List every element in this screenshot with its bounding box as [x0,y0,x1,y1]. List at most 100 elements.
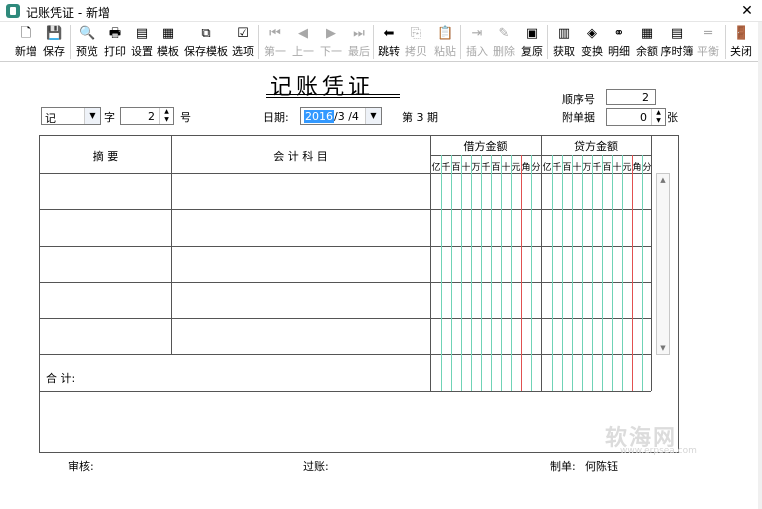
stepper-arrows-icon[interactable]: ▲ ▼ [651,109,665,125]
scroll-down-icon[interactable]: ▼ [657,342,669,354]
toolbar-button-template[interactable]: ▦ 模板 [154,24,182,60]
toolbar-button-settings[interactable]: ▤ 设置 [128,24,156,60]
digit-grid-line [562,155,563,391]
toolbar-button-next[interactable]: ▶ 下一 [317,24,345,60]
toolbar: 🗋 新增 💾 保存 🔍 预览 🖶 打印 ▤ 设置 ▦ 模板 ⧉ 保存模板 ☑ 选项 ⏮ 第一 ◀ 上一 ▶ 下一 ⏭ 最后 ⬅ 跳… [0,22,762,62]
toolbar-button-label: 拷贝 [405,45,427,58]
toolbar-button-options[interactable]: ☑ 选项 [230,24,256,60]
stepper-arrows-icon[interactable]: ▲ ▼ [159,108,173,124]
title-underline-2 [266,97,400,98]
toolbar-button-preview[interactable]: 🔍 预览 [73,24,101,60]
toolbar-button-delete[interactable]: ✎ 删除 [490,24,518,60]
seq-label: 顺序号 [562,93,595,106]
summary-cell[interactable] [40,173,171,209]
account-cell[interactable] [171,282,430,318]
fetch-icon: ▥ [557,26,571,41]
toolbar-button-copy[interactable]: ⎘ 拷贝 [403,24,429,60]
toolbar-button-print[interactable]: 🖶 打印 [101,24,129,60]
toolbar-button-label: 粘贴 [434,45,456,58]
credit-digit-label: 十 [612,163,622,173]
toolbar-button-label: 明细 [608,45,630,58]
date-label: 日期: [263,111,289,124]
window-close-button[interactable]: ✕ [732,0,762,22]
toolbar-button-new-doc[interactable]: 🗋 新增 [12,24,40,60]
copy-icon: ⎘ [410,26,422,41]
voucher-number-stepper[interactable]: 2 ▲ ▼ [120,107,174,125]
toolbar-button-last[interactable]: ⏭ 最后 [345,24,373,60]
seq-number-field[interactable]: 2 [606,89,656,105]
credit-digit-label: 千 [592,163,602,173]
digit-grid-line [451,155,452,391]
period-text: 第 3 期 [402,111,438,124]
digit-grid-line [491,155,492,391]
chevron-down-icon[interactable]: ▼ [365,108,381,124]
digit-grid-line [592,155,593,391]
digit-grid-line [642,155,643,391]
window-title: 记账凭证 - 新增 [26,6,110,20]
toolbar-button-prev[interactable]: ◀ 上一 [289,24,317,60]
toolbar-button-binoculars[interactable]: ⚭ 明细 [605,24,633,60]
toolbar-button-balance-eq[interactable]: ═ 平衡 [695,24,721,60]
toolbar-button-transform[interactable]: ◈ 变换 [578,24,606,60]
toolbar-button-label: 上一 [292,45,314,58]
template-icon: ▦ [161,26,175,41]
debit-digit-label: 百 [491,163,501,173]
toolbar-button-balance[interactable]: ▦ 余额 [633,24,661,60]
toolbar-button-paste[interactable]: 📋 粘贴 [432,24,458,60]
settings-icon: ▤ [135,26,149,41]
digit-grid-line [461,155,462,391]
toolbar-separator [725,25,726,59]
date-picker[interactable]: 2016/3 /4 ▼ [300,107,382,125]
vertical-scrollbar[interactable]: ▲ ▼ [656,173,670,355]
date-year[interactable]: 2016 [304,110,334,123]
credit-digit-label: 亿 [542,163,552,173]
digit-grid-line [572,155,573,391]
toolbar-button-label: 最后 [348,45,370,58]
digit-grid-line [612,155,613,391]
column-divider [541,136,542,391]
debit-digit-label: 分 [531,163,541,173]
toolbar-button-exit-door[interactable]: 🚪 关闭 [728,24,754,60]
debit-digit-label: 十 [461,163,471,173]
summary-cell[interactable] [40,282,171,318]
attach-label: 附单据 [562,111,595,124]
account-cell[interactable] [171,318,430,354]
toolbar-button-label: 获取 [553,45,575,58]
binoculars-icon: ⚭ [613,26,625,41]
toolbar-button-insert[interactable]: ⇥ 插入 [463,24,491,60]
attach-suffix-label: 张 [667,111,678,124]
toolbar-button-first[interactable]: ⏮ 第一 [261,24,289,60]
toolbar-button-fetch[interactable]: ▥ 获取 [550,24,578,60]
toolbar-button-label: 打印 [104,45,126,58]
scroll-up-icon[interactable]: ▲ [657,174,669,186]
toolbar-button-jump[interactable]: ⬅ 跳转 [376,24,402,60]
toolbar-button-journal[interactable]: ▤ 序时簿 [660,24,694,60]
debit-digit-label: 万 [471,163,481,173]
column-divider [430,136,431,391]
toolbar-button-save[interactable]: 💾 保存 [40,24,68,60]
account-cell[interactable] [171,209,430,245]
digit-grid-line [501,155,502,391]
summary-cell[interactable] [40,318,171,354]
account-cell[interactable] [171,246,430,282]
toolbar-button-label: 删除 [493,45,515,58]
delete-icon: ✎ [498,26,510,41]
attachment-count-stepper[interactable]: 0 ▲ ▼ [606,108,666,126]
attachment-count-value: 0 [640,111,647,124]
title-underline [266,94,400,95]
toolbar-button-label: 复原 [521,45,543,58]
toolbar-separator [70,25,71,59]
toolbar-button-label: 模板 [157,45,179,58]
summary-cell[interactable] [40,209,171,245]
chevron-down-icon[interactable]: ▼ [84,108,100,124]
date-month-day[interactable]: /3 /4 [334,110,359,123]
account-cell[interactable] [171,173,430,209]
voucher-number-value: 2 [148,110,155,123]
toolbar-button-restore[interactable]: ▣ 复原 [519,24,545,60]
digit-grid-line [552,155,553,391]
maker-label: 制单: [550,460,576,473]
toolbar-separator [258,25,259,59]
voucher-type-select[interactable]: 记 ▼ [41,107,101,125]
toolbar-button-save-template[interactable]: ⧉ 保存模板 [183,24,229,60]
summary-cell[interactable] [40,246,171,282]
